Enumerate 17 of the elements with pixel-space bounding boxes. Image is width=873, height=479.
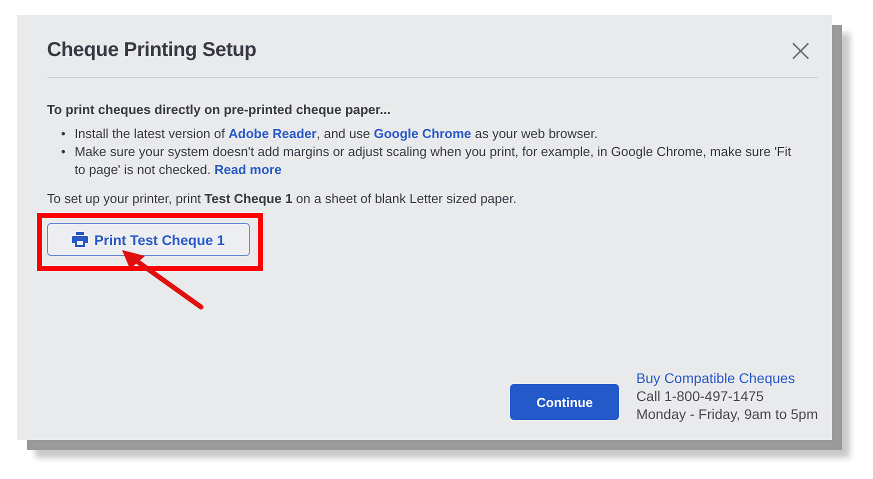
setup-text: To set up your printer, print Test Cheque 1 on a sheet of blank Letter sized paper.	[47, 191, 518, 206]
print-test-button[interactable]: Print Test Cheque 1	[47, 223, 250, 256]
dialog-title: Cheque Printing Setup	[47, 38, 256, 62]
continue-button[interactable]: Continue	[510, 384, 620, 420]
bullet-text: Make sure your system doesn't add margins or adjust scaling when you print, for example, in Google Chrome, make sure 'Fit to page' is not checked. Read more	[74, 143, 792, 179]
printer-icon	[72, 232, 88, 247]
bullet-mark: •	[61, 143, 66, 161]
buy-cheques-link[interactable]: Buy Compatible Cheques	[636, 369, 818, 387]
link[interactable]: Google Chrome	[374, 126, 472, 141]
intro-text: To print cheques directly on pre-printed cheque paper...	[47, 102, 392, 117]
bullet-text: Install the latest version of Adobe Reader, and use Google Chrome as your web browser.	[74, 125, 598, 143]
link[interactable]: Adobe Reader	[228, 126, 317, 141]
hours-text: Monday - Friday, 9am to 5pm	[636, 405, 818, 423]
close-button[interactable]: ×	[783, 37, 818, 63]
bullet-mark: •	[61, 125, 66, 143]
link[interactable]: Read more	[214, 162, 282, 177]
phone-text: Call 1-800-497-1475	[636, 387, 765, 405]
